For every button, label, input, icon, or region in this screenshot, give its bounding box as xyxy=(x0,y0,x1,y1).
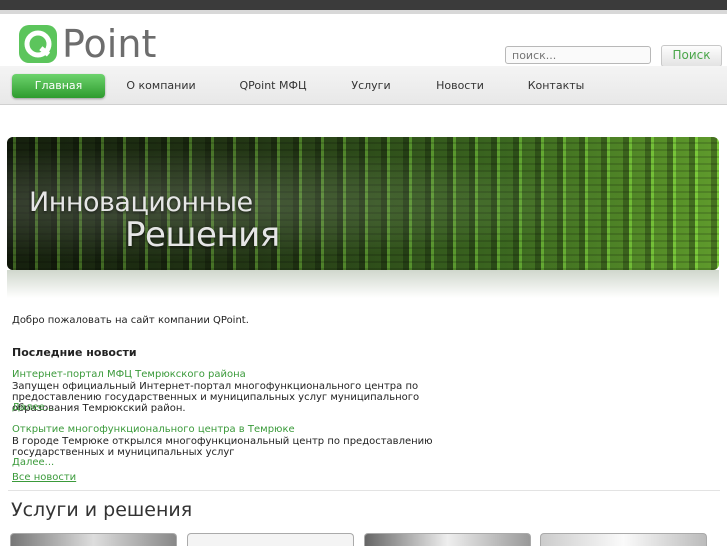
main-nav: Главная О компании QPoint МФЦ Услуги Нов… xyxy=(0,66,727,105)
search-button[interactable]: Поиск xyxy=(661,45,722,67)
nav-item-contacts[interactable]: Контакты xyxy=(518,74,594,98)
service-thumbnail[interactable] xyxy=(540,533,707,546)
news-body: Запущен официальный Интернет-портал мног… xyxy=(12,381,420,414)
divider xyxy=(8,490,720,491)
search-input[interactable] xyxy=(505,46,651,64)
logo[interactable]: Point xyxy=(18,24,158,68)
news-title-link[interactable]: Открытие многофункционального центра в Т… xyxy=(12,424,295,435)
news-more-link[interactable]: Далее... xyxy=(12,457,54,468)
header: Point Поиск xyxy=(0,14,727,68)
logo-text: Point xyxy=(62,22,157,66)
latest-news-heading: Последние новости xyxy=(12,346,137,359)
news-body: В городе Темрюке открылся многофункциона… xyxy=(12,436,433,458)
top-dark-bar xyxy=(0,0,727,10)
banner-title-line2: Решения xyxy=(125,215,280,255)
hero-banner: Инновационные Решения xyxy=(7,137,719,270)
service-thumbnail[interactable] xyxy=(10,533,177,546)
news-title-link[interactable]: Интернет-портал МФЦ Темрюкского района xyxy=(12,369,246,380)
all-news-link[interactable]: Все новости xyxy=(12,472,76,483)
nav-item-news[interactable]: Новости xyxy=(425,74,495,98)
banner-reflection xyxy=(7,270,719,298)
welcome-text: Добро пожаловать на сайт компании QPoint… xyxy=(12,315,249,326)
nav-item-about[interactable]: О компании xyxy=(116,74,206,98)
q-logo-icon xyxy=(19,25,57,63)
nav-item-qpoint-mfc[interactable]: QPoint МФЦ xyxy=(228,74,318,98)
nav-item-services[interactable]: Услуги xyxy=(336,74,406,98)
nav-item-home[interactable]: Главная xyxy=(12,74,105,98)
services-heading: Услуги и решения xyxy=(11,499,193,521)
banner-title-line1: Инновационные xyxy=(29,187,253,218)
service-thumbnail[interactable] xyxy=(187,533,354,546)
news-more-link[interactable]: Далее... xyxy=(12,402,54,413)
service-thumbnail[interactable] xyxy=(364,533,531,546)
